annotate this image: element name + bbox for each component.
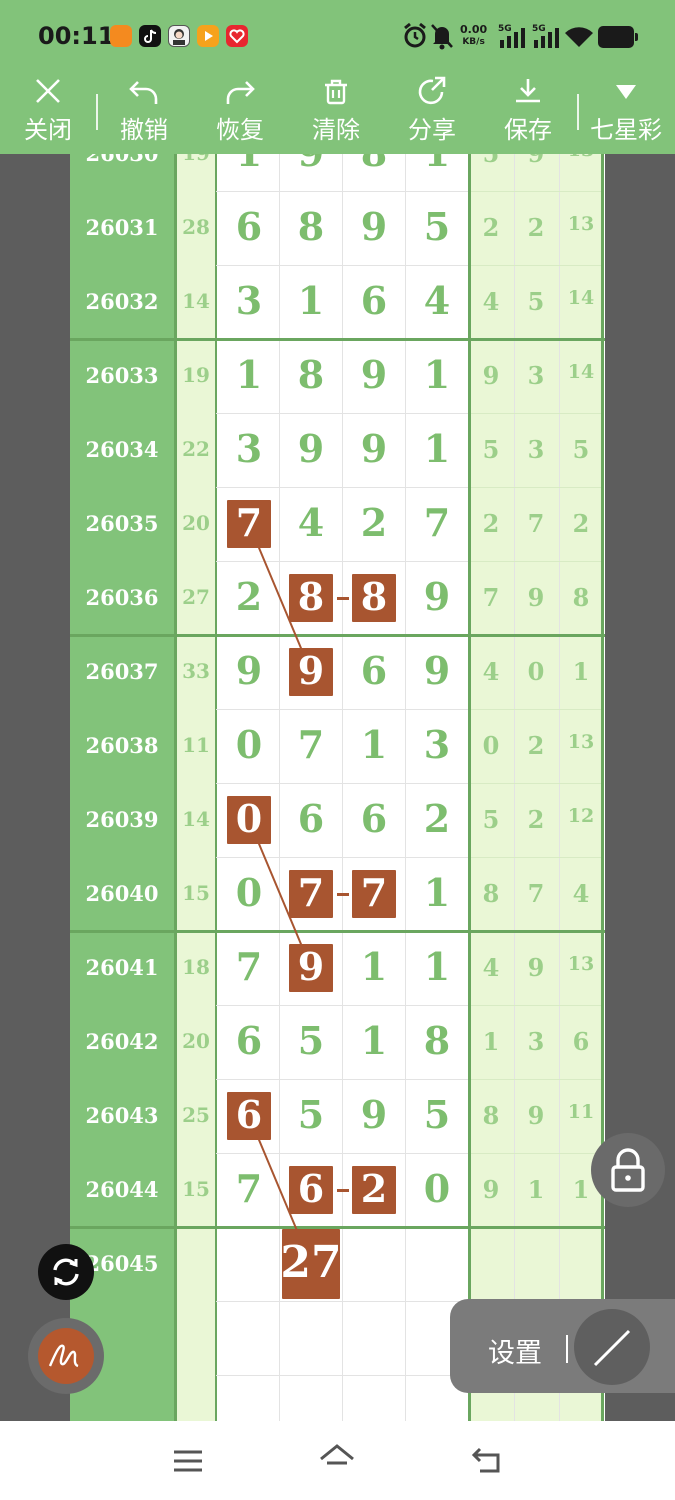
undo-label: 撤销 (120, 116, 168, 144)
highlighted-digit: 7 (235, 500, 263, 545)
toolbar-divider (577, 94, 579, 130)
highlighted-digit: 8 (297, 574, 325, 619)
close-icon (36, 79, 60, 103)
highlighted-digit: 7 (297, 870, 325, 915)
share-icon (418, 76, 446, 105)
trash-icon (325, 79, 347, 105)
brush-button[interactable] (28, 1318, 104, 1394)
redo-icon (226, 81, 255, 104)
line-tool-button[interactable] (574, 1309, 650, 1385)
save-label: 保存 (504, 116, 552, 144)
undo-icon (129, 81, 158, 104)
net-speed-value: 0.00 (460, 23, 488, 36)
dropdown-triangle-icon (616, 85, 636, 99)
highlighted-digit: 27 (280, 1237, 342, 1288)
net-speed: 0.00 KB/s (460, 24, 487, 48)
brush-stroke-icon (48, 1344, 79, 1368)
video-app-icon (197, 25, 219, 47)
lock-icon (611, 1148, 645, 1192)
redo-label: 恢复 (216, 116, 264, 144)
status-time: 00:11 (38, 22, 115, 50)
highlighted-digit: 0 (235, 796, 263, 841)
signal-icon (500, 28, 526, 52)
settings-panel: 设置 (450, 1299, 675, 1393)
highlighted-digit: 6 (235, 1092, 263, 1137)
lottery-type-button[interactable]: 七星彩 (586, 76, 666, 150)
share-label: 分享 (408, 116, 456, 144)
brush-color-swatch (38, 1328, 94, 1384)
trend-chart[interactable]: 2603019198159132603128689522132603214316… (70, 154, 605, 1421)
highlighted-digit: 8 (360, 574, 388, 619)
lottery-app-icon (110, 25, 132, 47)
mute-icon (430, 22, 454, 54)
menu-icon[interactable] (172, 1447, 204, 1479)
refresh-icon (53, 1258, 79, 1286)
avatar-app-icon (168, 25, 190, 47)
download-icon (516, 79, 540, 103)
close-button[interactable]: 关闭 (8, 76, 88, 150)
top-toolbar: 00:11 0.00 KB/s 5G 5G 关闭 撤销 恢复 清除 分享 保存 … (0, 0, 675, 154)
save-button[interactable]: 保存 (488, 76, 568, 150)
undo-button[interactable]: 撤销 (104, 76, 184, 150)
close-label: 关闭 (24, 116, 72, 144)
tiktok-icon (139, 25, 161, 47)
settings-divider (566, 1335, 568, 1363)
wifi-icon (564, 26, 594, 52)
settings-button[interactable]: 设置 (488, 1331, 542, 1370)
highlighted-digit: 7 (360, 870, 388, 915)
net-speed-unit: KB/s (462, 37, 485, 47)
home-icon[interactable] (318, 1443, 356, 1479)
system-nav-bar (0, 1421, 675, 1500)
highlighted-digit: 6 (297, 1166, 325, 1211)
heart-app-icon (226, 25, 248, 47)
highlighted-digit: 9 (297, 944, 325, 989)
lock-button[interactable] (591, 1133, 665, 1207)
redo-button[interactable]: 恢复 (200, 76, 280, 150)
clear-label: 清除 (312, 116, 360, 144)
share-button[interactable]: 分享 (392, 76, 472, 150)
highlighted-digit: 2 (360, 1166, 388, 1211)
toolbar-divider (96, 94, 98, 130)
lottery-type-label: 七星彩 (590, 116, 662, 144)
line-tool-icon (593, 1329, 631, 1367)
rotate-button[interactable] (38, 1244, 94, 1300)
highlighted-digit: 9 (297, 648, 325, 693)
clear-button[interactable]: 清除 (296, 76, 376, 150)
battery-icon (598, 26, 638, 48)
signal-icon (534, 28, 560, 52)
alarm-icon (402, 22, 428, 54)
back-icon[interactable] (470, 1445, 504, 1479)
